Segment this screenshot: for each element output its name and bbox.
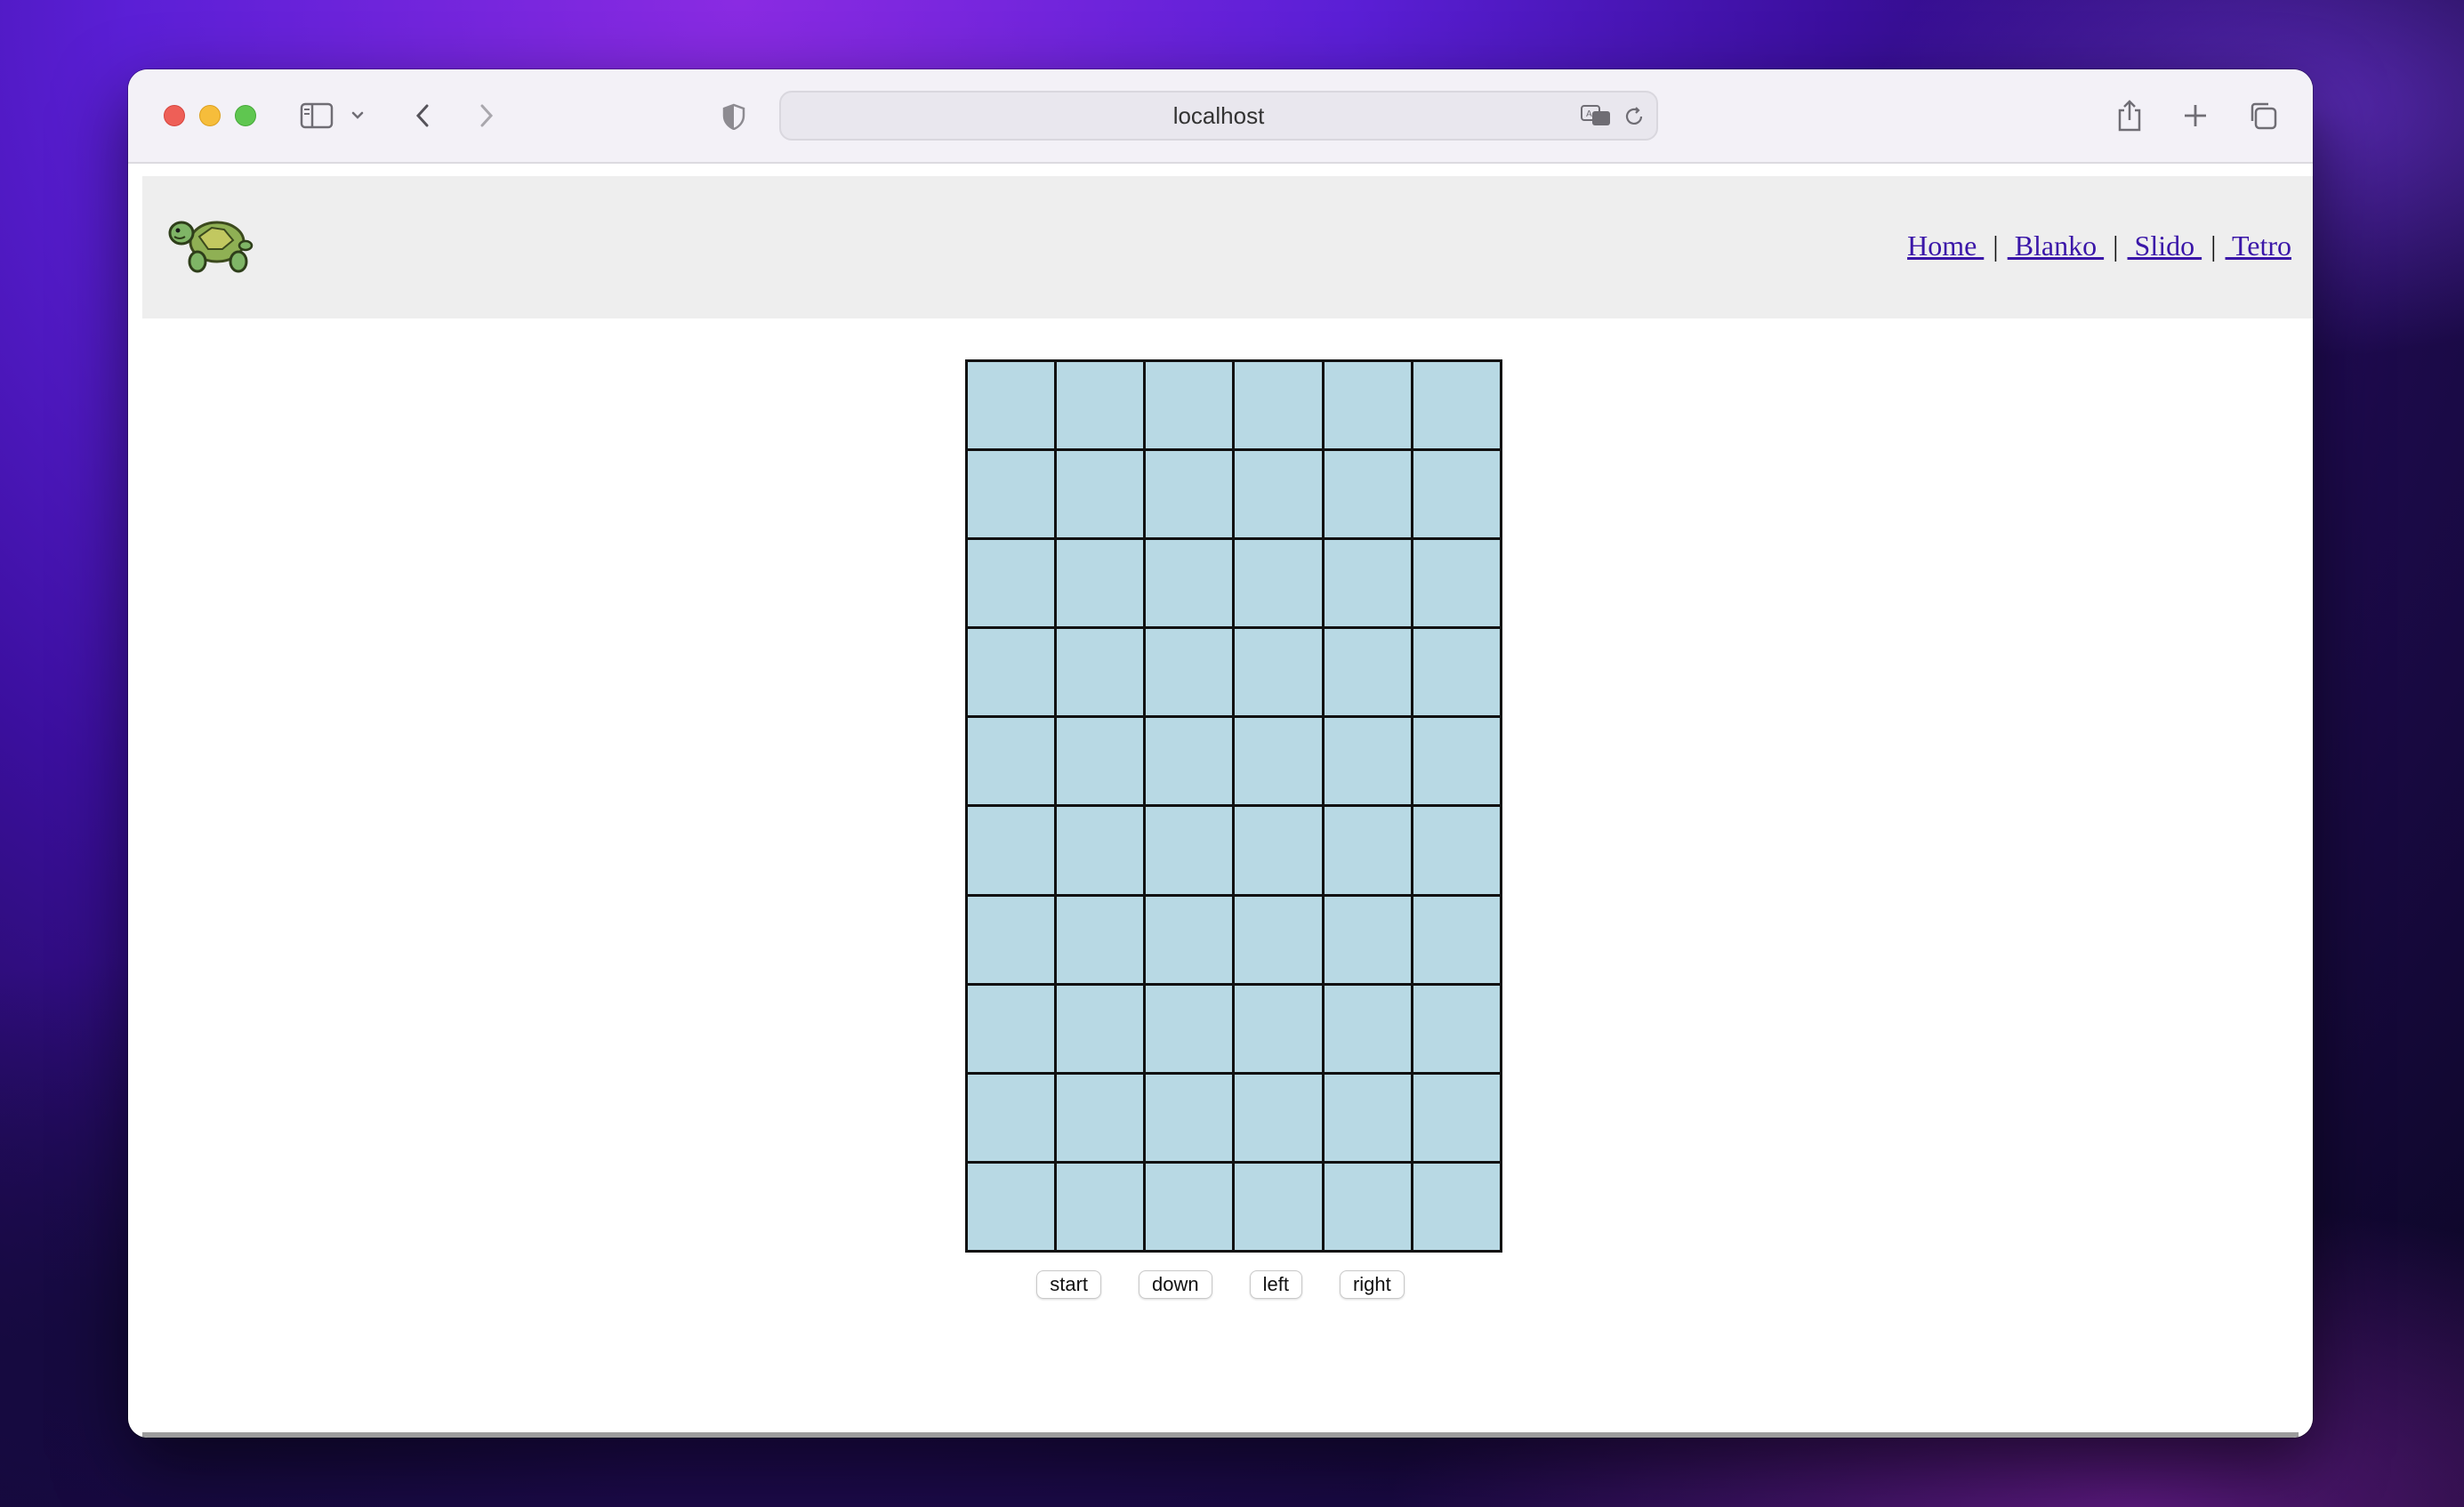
close-window-button[interactable] xyxy=(164,105,185,126)
nav-link-tetro[interactable]: Tetro xyxy=(2226,230,2291,262)
turtle-logo-icon[interactable] xyxy=(167,210,256,278)
new-tab-plus-icon[interactable] xyxy=(2179,100,2211,132)
board-cell xyxy=(1413,807,1500,894)
board-cell xyxy=(1057,629,1144,716)
board-cell xyxy=(1413,1163,1500,1250)
board-cell xyxy=(968,985,1055,1072)
down-button[interactable]: down xyxy=(1139,1270,1212,1299)
board-cell xyxy=(1146,451,1233,538)
board-cell xyxy=(1057,1074,1144,1161)
board-cell xyxy=(1057,362,1144,449)
page-content: Home | Blanko | Slido | Tetro start down… xyxy=(128,164,2313,1438)
board-cell xyxy=(1324,1163,1411,1250)
board-cell xyxy=(1146,1074,1233,1161)
board-cell xyxy=(1324,362,1411,449)
game-controls: start down left right xyxy=(128,1270,2313,1299)
privacy-shield-icon[interactable] xyxy=(721,101,747,132)
board-cell xyxy=(1146,1163,1233,1250)
board-cell xyxy=(1146,718,1233,805)
board-cell xyxy=(1324,896,1411,983)
board-cell xyxy=(968,362,1055,449)
board-cell xyxy=(1235,896,1322,983)
board-cell xyxy=(968,1074,1055,1161)
board-cell xyxy=(1057,896,1144,983)
board-cell xyxy=(1146,896,1233,983)
svg-text:A: A xyxy=(1586,109,1592,119)
game-board xyxy=(965,359,1502,1253)
tab-overview-icon[interactable] xyxy=(2245,98,2281,133)
sidebar-toggle-icon[interactable] xyxy=(299,100,334,132)
board-cell xyxy=(1235,451,1322,538)
board-cell xyxy=(1324,629,1411,716)
board-cell xyxy=(968,807,1055,894)
board-cell xyxy=(1146,362,1233,449)
address-url: localhost xyxy=(1172,101,1265,129)
board-cell xyxy=(1057,985,1144,1072)
board-cell xyxy=(1057,451,1144,538)
board-cell xyxy=(1413,1074,1500,1161)
board-cell xyxy=(1413,540,1500,627)
board-cell xyxy=(1146,807,1233,894)
browser-window: localhost A Home | Blanko | Slido | Tetr… xyxy=(128,69,2313,1438)
board-cell xyxy=(968,540,1055,627)
board-cell xyxy=(1235,362,1322,449)
nav-separator: | xyxy=(2210,230,2217,262)
board-cell xyxy=(1413,362,1500,449)
nav-link-home[interactable]: Home xyxy=(1907,230,1984,262)
board-cell xyxy=(1235,1163,1322,1250)
right-button[interactable]: right xyxy=(1339,1270,1405,1299)
board-cell xyxy=(1413,718,1500,805)
board-cell xyxy=(1057,540,1144,627)
board-cell xyxy=(1413,896,1500,983)
board-cell xyxy=(1413,629,1500,716)
share-icon[interactable] xyxy=(2114,96,2146,135)
nav-separator: | xyxy=(1993,230,1999,262)
board-cell xyxy=(1235,629,1322,716)
board-cell xyxy=(968,718,1055,805)
board-cell xyxy=(1057,718,1144,805)
board-cell xyxy=(968,896,1055,983)
site-header: Home | Blanko | Slido | Tetro xyxy=(142,176,2313,318)
board-cell xyxy=(1324,451,1411,538)
minimize-window-button[interactable] xyxy=(199,105,221,126)
left-button[interactable]: left xyxy=(1249,1270,1302,1299)
board-cell xyxy=(1235,540,1322,627)
forward-arrow-icon[interactable] xyxy=(473,100,500,132)
back-arrow-icon[interactable] xyxy=(409,100,436,132)
site-nav: Home | Blanko | Slido | Tetro xyxy=(1907,230,2291,262)
board-cell xyxy=(1057,1163,1144,1250)
board-cell xyxy=(1235,1074,1322,1161)
reload-icon[interactable] xyxy=(1621,103,1647,130)
start-button[interactable]: start xyxy=(1036,1270,1102,1299)
board-cell xyxy=(968,629,1055,716)
board-cell xyxy=(1235,985,1322,1072)
board-cell xyxy=(1235,718,1322,805)
board-cell xyxy=(1324,807,1411,894)
board-cell xyxy=(1413,451,1500,538)
site-footer xyxy=(142,1432,2299,1438)
maximize-window-button[interactable] xyxy=(235,105,256,126)
chevron-down-icon[interactable] xyxy=(349,105,366,126)
board-cell xyxy=(968,451,1055,538)
board-cell xyxy=(968,1163,1055,1250)
nav-link-blanko[interactable]: Blanko xyxy=(2008,230,2104,262)
board-cell xyxy=(1324,540,1411,627)
board-cell xyxy=(1146,540,1233,627)
translate-icon[interactable]: A xyxy=(1578,101,1614,130)
browser-toolbar: localhost A xyxy=(128,69,2313,164)
board-cell xyxy=(1146,985,1233,1072)
nav-link-slido[interactable]: Slido xyxy=(2128,230,2202,262)
nav-separator: | xyxy=(2113,230,2119,262)
address-bar[interactable]: localhost A xyxy=(779,91,1658,141)
board-cell xyxy=(1057,807,1144,894)
board-cell xyxy=(1235,807,1322,894)
board-cell xyxy=(1413,985,1500,1072)
board-cell xyxy=(1146,629,1233,716)
board-cell xyxy=(1324,1074,1411,1161)
board-cell xyxy=(1324,718,1411,805)
board-cell xyxy=(1324,985,1411,1072)
